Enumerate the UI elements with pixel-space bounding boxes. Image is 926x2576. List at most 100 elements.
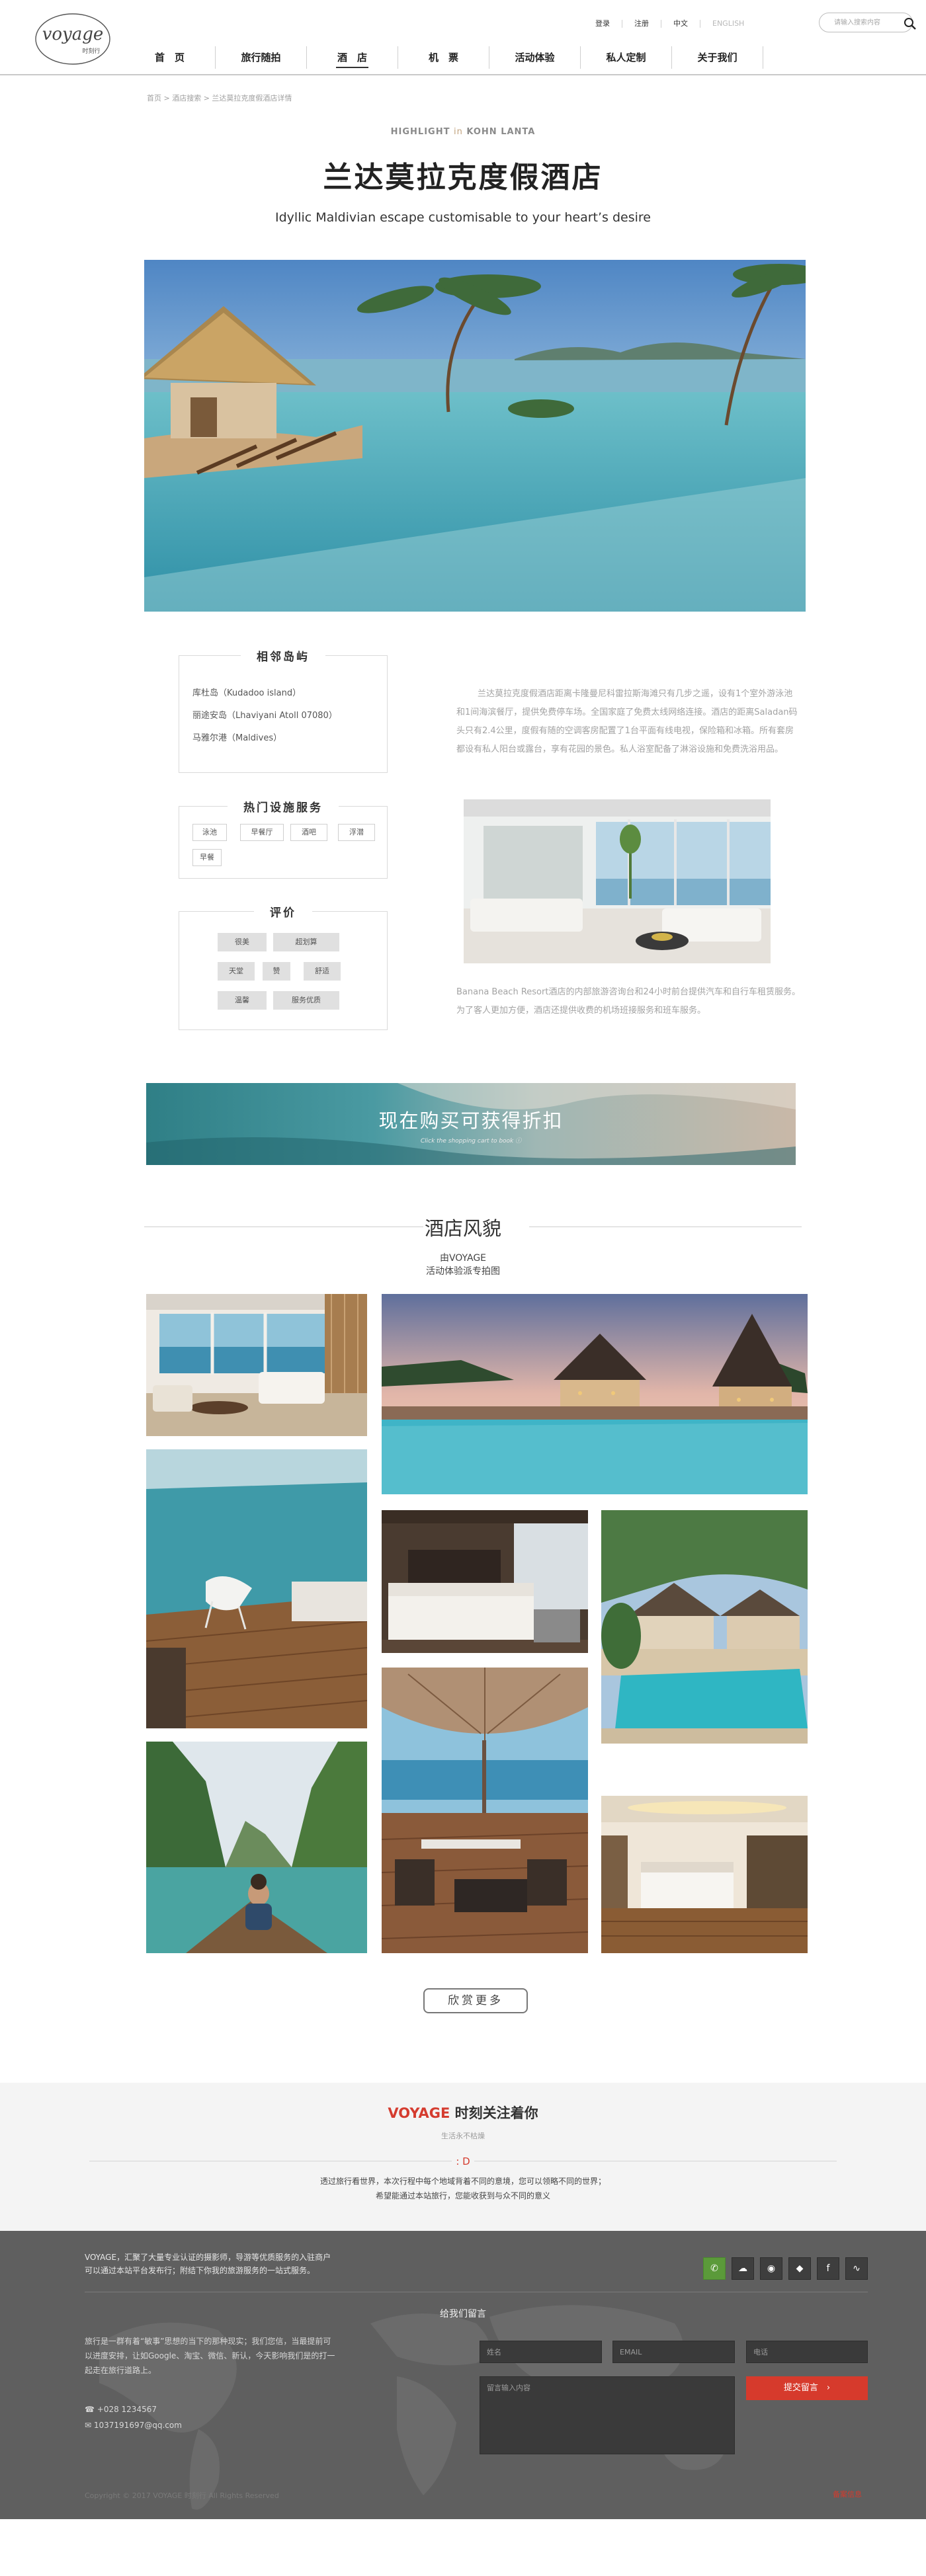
email-address[interactable]: 1037191697@qq.com: [94, 2421, 182, 2430]
follow-title-rest: 时刻关注着你: [450, 2105, 538, 2121]
discount-banner[interactable]: 现在购买可获得折扣 Click the shopping cart to boo…: [146, 1083, 796, 1165]
phone-icon: ☎: [85, 2405, 97, 2414]
register-link[interactable]: 注册: [622, 20, 661, 28]
highlight-in: in: [453, 127, 463, 137]
login-link[interactable]: 登录: [583, 20, 622, 28]
gallery-photo-deck-chair[interactable]: [146, 1449, 367, 1728]
page-bottom-space: [0, 2519, 926, 2576]
nav-activities[interactable]: 活动体验: [489, 46, 581, 69]
phone-number: +028 1234567: [97, 2405, 157, 2414]
follow-paragraph: 透过旅行看世界，本次行程中每个地域背着不同的意境，您可以领略不同的世界； 希望能…: [0, 2174, 926, 2203]
gallery-photo-longtail-boat[interactable]: [146, 1742, 367, 1953]
follow-brand: VOYAGE: [388, 2105, 450, 2121]
phone-field[interactable]: [746, 2341, 868, 2363]
gallery-subtitle-line1: 由VOYAGE: [439, 1253, 487, 1264]
gallery-photo-umbrella-terrace[interactable]: [382, 1668, 588, 1953]
name-field[interactable]: [480, 2341, 602, 2363]
record-link[interactable]: 备案信息: [833, 2489, 862, 2499]
neighbor-island-item[interactable]: 库杜岛（Kudadoo island）: [192, 682, 337, 705]
hotel-description: 兰达莫拉克度假酒店距离卡隆曼尼科雷拉斯海滩只有几步之遥，设有1个室外游泳池和1间…: [456, 689, 798, 754]
neighbor-island-item[interactable]: 丽途安岛（Lhaviyani Atoll 07080）: [192, 705, 337, 727]
highlight-location: KOHN LANTA: [466, 127, 536, 137]
review-tag[interactable]: 服务优质: [273, 991, 339, 1010]
gallery-photo-bedroom[interactable]: [382, 1510, 588, 1653]
neighbor-islands-list: 库杜岛（Kudadoo island） 丽途安岛（Lhaviyani Atoll…: [192, 682, 337, 750]
page-title: 兰达莫拉克度假酒店: [323, 161, 603, 194]
nav-travel-photos[interactable]: 旅行随拍: [216, 46, 307, 69]
follow-smile-text: : D: [452, 2155, 474, 2167]
gallery-photo-living-room[interactable]: [146, 1294, 367, 1436]
logo-mark: voyage 时刻行: [35, 13, 110, 65]
submit-message-button[interactable]: 提交留言 ›: [746, 2376, 868, 2400]
svg-text:时刻行: 时刻行: [82, 47, 100, 55]
phone-row: ☎ +028 1234567: [85, 2401, 182, 2417]
review-tag[interactable]: 很美: [218, 933, 267, 951]
facilities-title: 热门设施服务: [228, 801, 339, 815]
nav-flights[interactable]: 机 票: [398, 46, 489, 69]
lang-english-link[interactable]: ENGLISH: [700, 20, 756, 28]
gallery-subtitle-line2: 活动体验派专拍图: [426, 1266, 500, 1277]
facility-tag[interactable]: 泳池: [192, 824, 227, 841]
facility-tag[interactable]: 酒吧: [290, 824, 327, 841]
search-input[interactable]: [834, 18, 895, 28]
qq-icon[interactable]: ◆: [788, 2257, 811, 2280]
top-links: 登录 注册 中文 ENGLISH: [583, 17, 756, 30]
follow-subtitle: 生活永不枯燥: [441, 2132, 485, 2140]
reviews-title: 评价: [254, 906, 312, 920]
voyage-logo[interactable]: voyage 时刻行: [32, 9, 114, 69]
highlight-pre: HIGHLIGHT: [390, 127, 450, 137]
neighbor-island-item[interactable]: 马雅尔港（Maldives）: [192, 727, 337, 750]
site-footer: VOYAGE，汇聚了大量专业认证的摄影师，导游等优质服务的入驻商户可以通过本站平…: [0, 2231, 926, 2519]
neighbor-islands-title: 相邻岛屿: [241, 651, 325, 664]
nav-about-us[interactable]: 关于我们: [672, 46, 763, 69]
review-tag[interactable]: 天堂: [218, 962, 255, 981]
facility-tag[interactable]: 浮潜: [338, 824, 375, 841]
wechat-icon[interactable]: ☁: [732, 2257, 754, 2280]
hotel-services-description: Banana Beach Resort酒店的内部旅游咨询台和24小时前台提供汽车…: [456, 987, 800, 1016]
facebook-icon[interactable]: f: [817, 2257, 839, 2280]
weibo-icon[interactable]: ◉: [760, 2257, 782, 2280]
follow-line1: 透过旅行看世界，本次行程中每个地域背着不同的意境，您可以领略不同的世界；: [319, 2177, 606, 2186]
message-title: 给我们留言: [440, 2309, 486, 2319]
email-row: ✉ 1037191697@qq.com: [85, 2417, 182, 2433]
review-tag[interactable]: 超划算: [273, 933, 339, 951]
review-tag[interactable]: 舒适: [304, 962, 341, 981]
footer-info: 旅行是一群有着“敏事”思想的当下的那种现实；我们您信，当最提前可以进度安排，让如…: [85, 2337, 335, 2375]
footer-contact: ☎ +028 1234567 ✉ 1037191697@qq.com: [85, 2401, 182, 2433]
facility-tag[interactable]: 早餐厅: [240, 824, 284, 841]
banner-subtext: Click the shopping cart to book ⓘ: [420, 1138, 522, 1145]
search-icon[interactable]: [904, 17, 917, 30]
review-tag[interactable]: 温馨: [218, 991, 267, 1010]
facilities-panel: 热门设施服务 泳池 早餐厅 酒吧 浮潜 早餐: [179, 801, 388, 879]
site-header: voyage 时刻行 登录 注册 中文 ENGLISH 首 页 旅行随拍 酒 店…: [0, 0, 926, 75]
main-nav: 首 页 旅行随拍 酒 店 机 票 活动体验 私人定制 关于我们: [124, 46, 763, 70]
hero-pool-image: [144, 260, 806, 612]
see-more-button[interactable]: 欣赏更多: [423, 1988, 528, 2013]
review-tag[interactable]: 赞: [263, 962, 290, 981]
nav-home[interactable]: 首 页: [124, 46, 216, 69]
facility-tag[interactable]: 早餐: [192, 849, 222, 866]
lounge-image: [464, 799, 771, 963]
gallery-photo-bedroom-wood[interactable]: [601, 1796, 808, 1953]
nav-private-custom[interactable]: 私人定制: [581, 46, 672, 69]
social-links: ✆ ☁ ◉ ◆ f ∿: [703, 2257, 874, 2280]
email-field[interactable]: [612, 2341, 735, 2363]
neighbor-islands-panel: 相邻岛屿 库杜岛（Kudadoo island） 丽途安岛（Lhaviyani …: [179, 651, 388, 773]
follow-line2: 希望能通过本站旅行，您能收获到与众不同的意义: [375, 2191, 550, 2200]
page-subtitle: Idyllic Maldivian escape customisable to…: [275, 210, 651, 225]
reviews-panel: 评价 很美 超划算 天堂 赞 舒适 温馨 服务优质: [179, 906, 388, 1030]
gallery-subtitle: 由VOYAGE 活动体验派专拍图: [0, 1252, 926, 1278]
wechat-green-icon[interactable]: ✆: [703, 2257, 726, 2280]
highlight-label: HIGHLIGHT in KOHN LANTA: [0, 127, 926, 137]
search-box: [819, 13, 916, 32]
follow-section: VOYAGE 时刻关注着你 生活永不枯燥 : D 透过旅行看世界，本次行程中每个…: [0, 2083, 926, 2231]
lang-chinese-link[interactable]: 中文: [661, 20, 700, 28]
gallery-photo-villa-pool[interactable]: [601, 1510, 808, 1744]
gallery-title: 酒店风貌: [424, 1217, 501, 1240]
breadcrumb[interactable]: 首页 > 酒店搜索 > 兰达莫拉克度假酒店详情: [147, 93, 292, 103]
gallery-photo-resort-pool-dusk[interactable]: [382, 1294, 808, 1494]
rss-icon[interactable]: ∿: [845, 2257, 868, 2280]
mail-icon: ✉: [85, 2421, 94, 2430]
message-textarea[interactable]: [480, 2376, 735, 2454]
nav-hotels[interactable]: 酒 店: [307, 46, 398, 69]
